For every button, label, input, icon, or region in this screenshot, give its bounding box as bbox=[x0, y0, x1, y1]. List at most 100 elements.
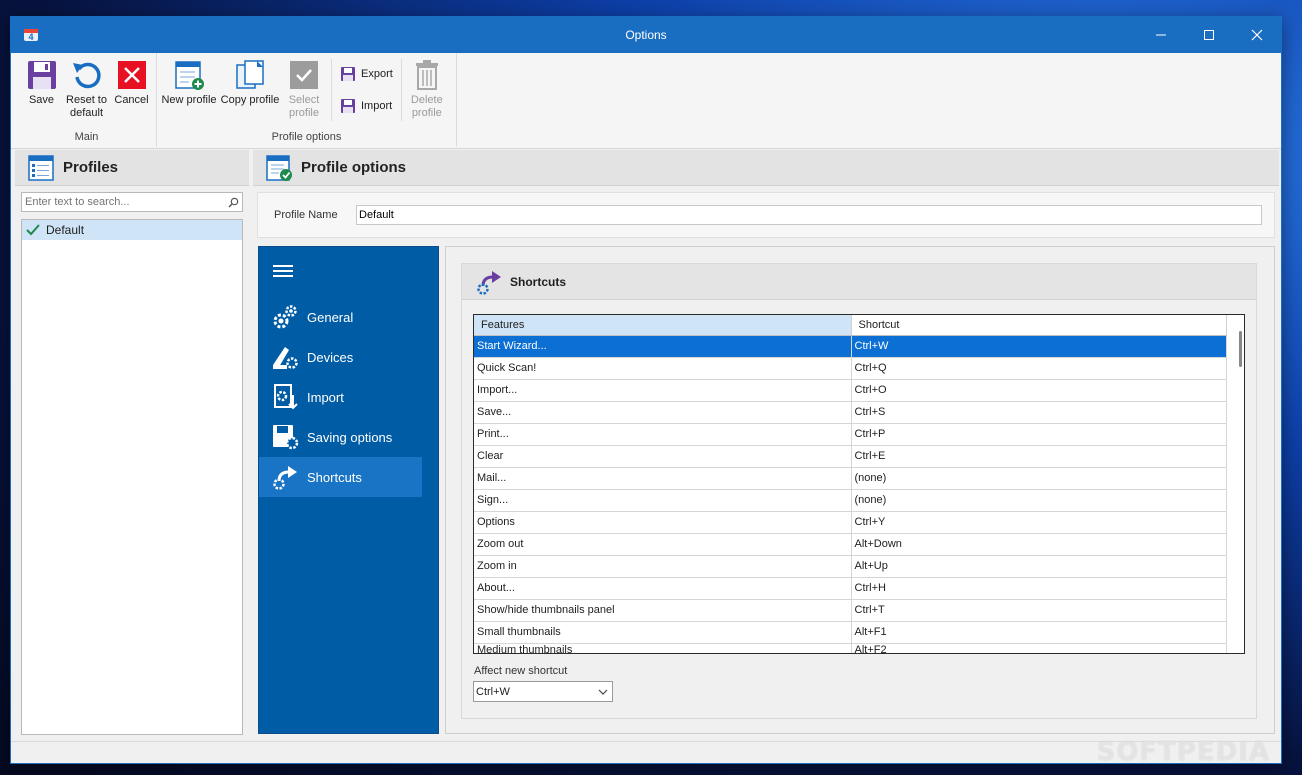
shortcut-row[interactable]: Mail... (none) bbox=[474, 467, 1227, 490]
feature-cell: Start Wizard... bbox=[474, 335, 852, 358]
grid-scrollbar[interactable] bbox=[1239, 331, 1242, 367]
import-doc-icon bbox=[274, 384, 298, 410]
shortcut-row[interactable]: Quick Scan! Ctrl+Q bbox=[474, 357, 1227, 380]
shortcut-cell: (none) bbox=[851, 489, 1227, 512]
shortcuts-card: Shortcuts Features Shortcut Start Wizard… bbox=[461, 263, 1257, 719]
minimize-icon bbox=[1156, 34, 1166, 36]
import-button[interactable]: Import bbox=[340, 95, 393, 117]
shortcuts-header: Shortcuts bbox=[462, 264, 1256, 300]
copy-profile-label: Copy profile bbox=[220, 94, 280, 106]
shortcuts-title: Shortcuts bbox=[510, 274, 567, 289]
export-icon bbox=[341, 67, 355, 81]
chevron-down-icon bbox=[598, 689, 608, 695]
title-bar: 4 Options bbox=[11, 17, 1281, 53]
shortcut-cell: Ctrl+Y bbox=[851, 511, 1227, 534]
profile-options-panel: Profile options Profile Name General bbox=[253, 150, 1279, 739]
nav-label-saving-options: Saving options bbox=[307, 429, 393, 445]
window-title: Options bbox=[625, 28, 667, 42]
shortcut-arrow-icon bbox=[273, 466, 297, 490]
close-button[interactable] bbox=[1233, 17, 1281, 53]
profile-name-row: Profile Name bbox=[257, 192, 1275, 238]
feature-cell: Show/hide thumbnails panel bbox=[474, 599, 852, 622]
search-icon[interactable] bbox=[228, 197, 239, 208]
nav-item-import[interactable]: Import bbox=[259, 377, 422, 417]
shortcut-row[interactable]: About... Ctrl+H bbox=[474, 577, 1227, 600]
ribbon: Save Reset to default Cancel Main New pr… bbox=[11, 53, 1281, 149]
shortcut-cell: Ctrl+T bbox=[851, 599, 1227, 622]
maximize-button[interactable] bbox=[1185, 17, 1233, 53]
shortcut-cell: Ctrl+E bbox=[851, 445, 1227, 468]
select-profile-icon bbox=[290, 61, 318, 89]
shortcut-row[interactable]: Print... Ctrl+P bbox=[474, 423, 1227, 446]
column-header-features[interactable]: Features bbox=[474, 315, 852, 336]
feature-cell: Zoom out bbox=[474, 533, 852, 556]
nav-item-saving-options[interactable]: Saving options bbox=[259, 417, 422, 457]
profile-search-input[interactable] bbox=[25, 196, 228, 208]
shortcut-row[interactable]: Clear Ctrl+E bbox=[474, 445, 1227, 468]
profile-item-label: Default bbox=[46, 223, 85, 237]
minimize-button[interactable] bbox=[1137, 17, 1185, 53]
hamburger-menu-icon[interactable] bbox=[273, 265, 293, 280]
options-nav: General Devices Import Saving options Sh… bbox=[258, 246, 439, 734]
shortcut-row[interactable]: Save... Ctrl+S bbox=[474, 401, 1227, 424]
affect-shortcut-label: Affect new shortcut bbox=[474, 665, 568, 677]
nav-item-general[interactable]: General bbox=[259, 297, 422, 337]
profile-name-input[interactable] bbox=[356, 205, 1262, 225]
feature-cell: Print... bbox=[474, 423, 852, 446]
shortcut-cell: Ctrl+O bbox=[851, 379, 1227, 402]
feature-cell: Mail... bbox=[474, 467, 852, 490]
column-header-shortcut[interactable]: Shortcut bbox=[851, 315, 1227, 336]
shortcut-cell: (none) bbox=[851, 467, 1227, 490]
ribbon-group-main: Save Reset to default Cancel Main bbox=[17, 53, 157, 147]
shortcut-row[interactable]: Zoom in Alt+Up bbox=[474, 555, 1227, 578]
check-icon bbox=[26, 224, 40, 236]
import-icon bbox=[341, 99, 355, 113]
import-label: Import bbox=[361, 100, 393, 112]
shortcut-cell: Ctrl+S bbox=[851, 401, 1227, 424]
shortcut-arrow-icon bbox=[477, 270, 501, 295]
cancel-icon bbox=[117, 61, 146, 89]
profile-list: Default bbox=[21, 219, 243, 735]
maximize-icon bbox=[1204, 30, 1214, 40]
shortcut-cell: Ctrl+Q bbox=[851, 357, 1227, 380]
shortcut-row[interactable]: Options Ctrl+Y bbox=[474, 511, 1227, 534]
shortcut-cell: Alt+F2 bbox=[851, 643, 1227, 653]
profile-options-header: Profile options bbox=[253, 150, 1279, 186]
options-content: Shortcuts Features Shortcut Start Wizard… bbox=[445, 246, 1275, 734]
svg-text:4: 4 bbox=[28, 32, 33, 42]
profile-item-default[interactable]: Default bbox=[22, 220, 242, 240]
profiles-header: Profiles bbox=[15, 150, 249, 186]
ribbon-group-profile-label: Profile options bbox=[271, 131, 342, 143]
app-icon: 4 bbox=[24, 29, 38, 42]
shortcut-cell: Ctrl+W bbox=[851, 335, 1227, 358]
nav-item-devices[interactable]: Devices bbox=[259, 337, 422, 377]
shortcut-row[interactable]: Start Wizard... Ctrl+W bbox=[474, 335, 1227, 358]
shortcut-row[interactable]: Show/hide thumbnails panel Ctrl+T bbox=[474, 599, 1227, 622]
shortcuts-grid: Features Shortcut Start Wizard... Ctrl+W Q… bbox=[473, 314, 1245, 654]
shortcut-row[interactable]: Sign... (none) bbox=[474, 489, 1227, 512]
shortcut-row[interactable]: Small thumbnails Alt+F1 bbox=[474, 621, 1227, 644]
profiles-list-icon bbox=[28, 154, 54, 181]
content-area: Profiles Default bbox=[11, 150, 1281, 763]
nav-label-general: General bbox=[307, 309, 354, 325]
export-button[interactable]: Export bbox=[340, 63, 393, 85]
feature-cell: Import... bbox=[474, 379, 852, 402]
nav-label-shortcuts: Shortcuts bbox=[307, 469, 362, 485]
feature-cell: Medium thumbnails bbox=[474, 643, 852, 653]
feature-cell: Clear bbox=[474, 445, 852, 468]
new-profile-icon bbox=[175, 61, 204, 90]
softpedia-watermark: SOFTPEDIA bbox=[1096, 737, 1270, 767]
affect-shortcut-value: Ctrl+W bbox=[476, 685, 510, 698]
affect-shortcut-select[interactable]: Ctrl+W bbox=[473, 681, 613, 702]
trash-icon bbox=[415, 60, 438, 90]
feature-cell: Save... bbox=[474, 401, 852, 424]
profiles-title: Profiles bbox=[63, 159, 119, 176]
profiles-panel: Profiles Default bbox=[15, 150, 249, 739]
shortcut-row[interactable]: Zoom out Alt+Down bbox=[474, 533, 1227, 556]
nav-item-shortcuts[interactable]: Shortcuts bbox=[259, 457, 422, 497]
shortcut-row[interactable]: Import... Ctrl+O bbox=[474, 379, 1227, 402]
shortcut-row[interactable]: Medium thumbnails Alt+F2 bbox=[474, 643, 1227, 653]
new-profile-label: New profile bbox=[161, 94, 217, 106]
status-bar bbox=[11, 741, 1281, 763]
save-settings-icon bbox=[273, 425, 299, 450]
